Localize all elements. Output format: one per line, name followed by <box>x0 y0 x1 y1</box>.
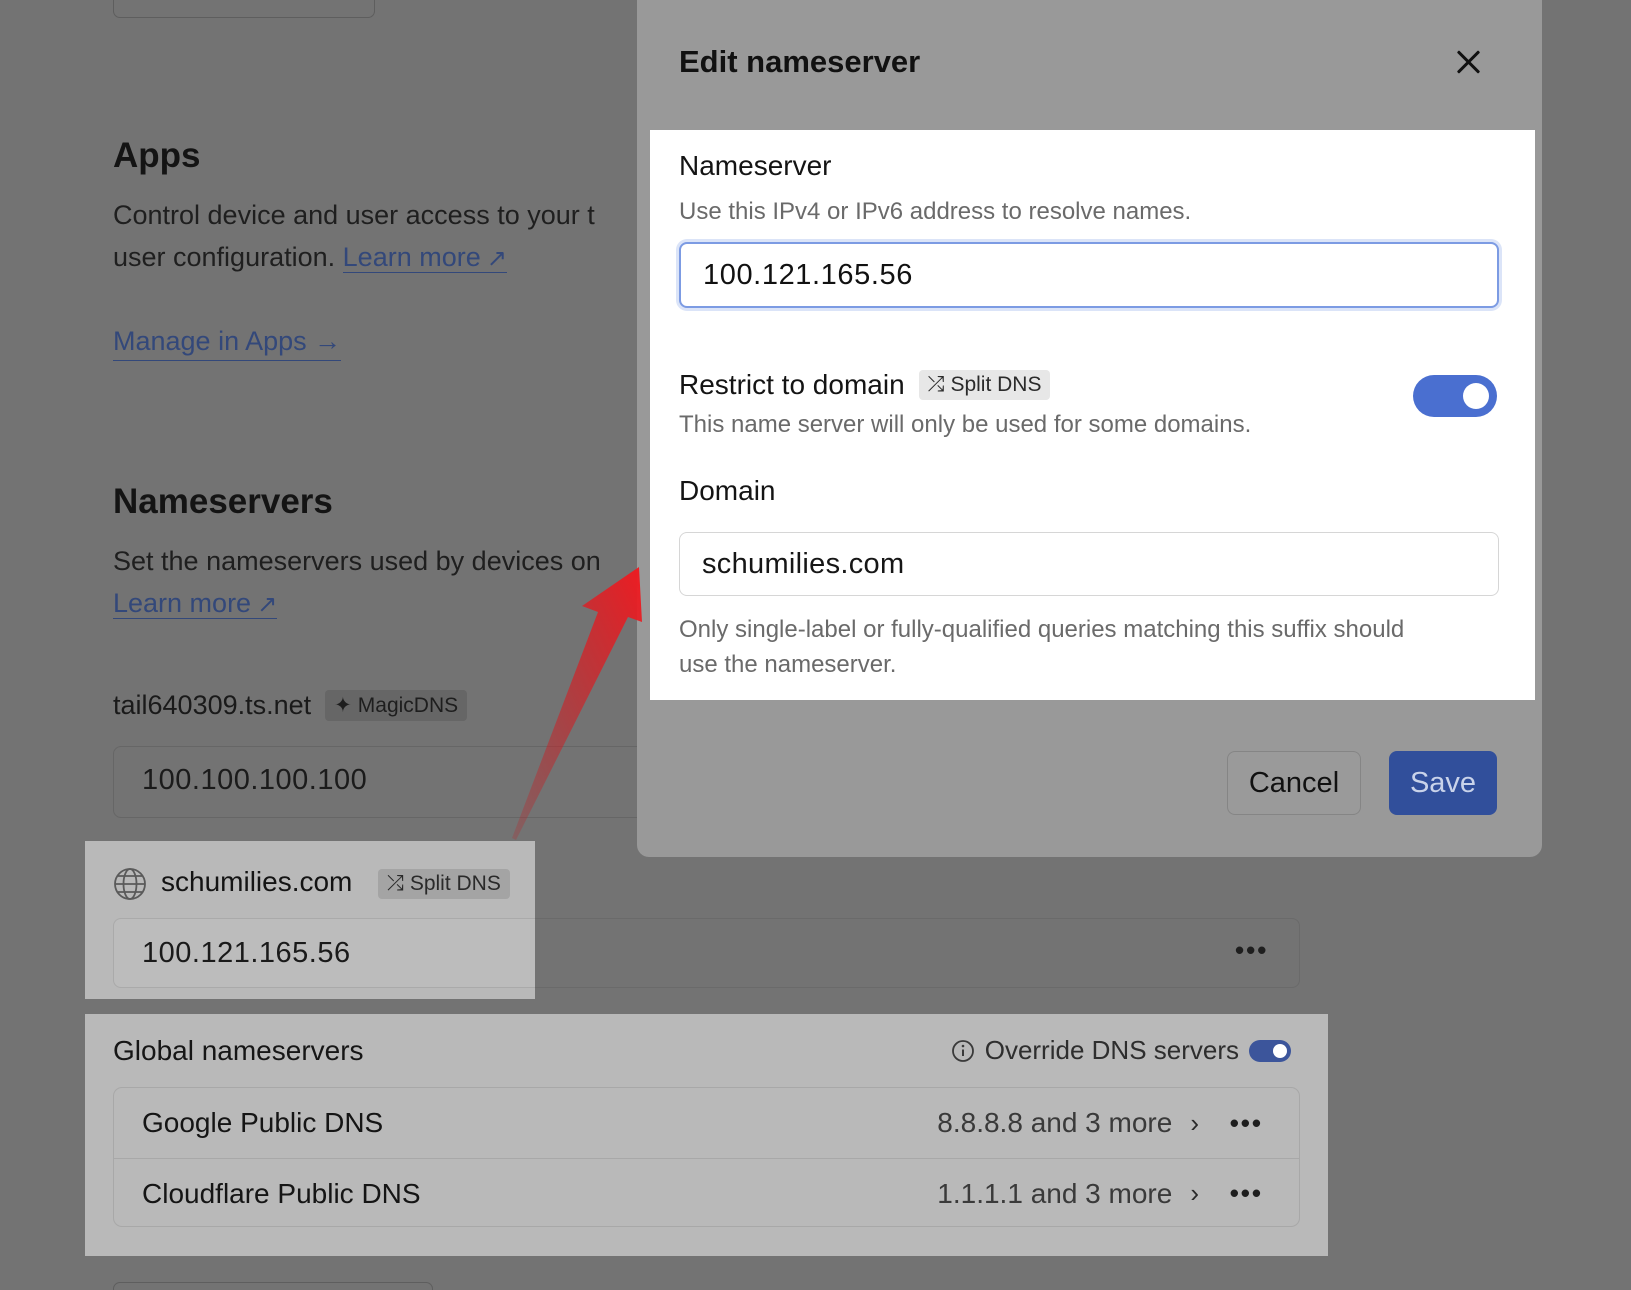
annotation-arrow <box>512 567 642 840</box>
